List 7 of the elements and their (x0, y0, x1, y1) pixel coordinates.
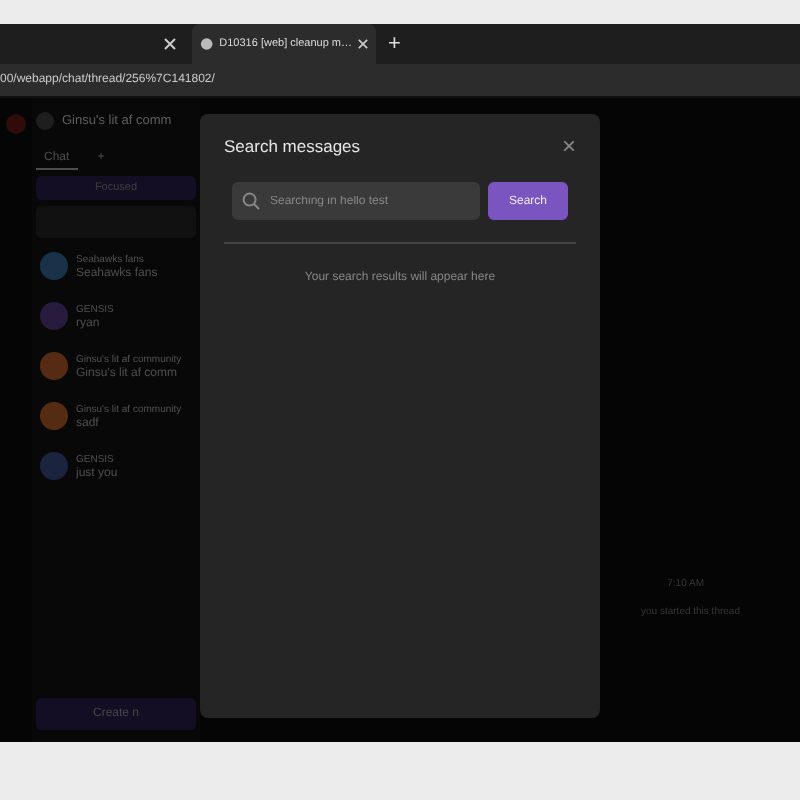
close-icon[interactable] (164, 38, 176, 50)
new-tab-button[interactable]: + (384, 32, 405, 56)
search-icon (242, 192, 260, 210)
notification-dot-icon (6, 114, 26, 134)
close-icon[interactable] (358, 38, 368, 50)
dialog-title: Search messages (224, 136, 361, 156)
close-button[interactable]: × (561, 134, 576, 158)
